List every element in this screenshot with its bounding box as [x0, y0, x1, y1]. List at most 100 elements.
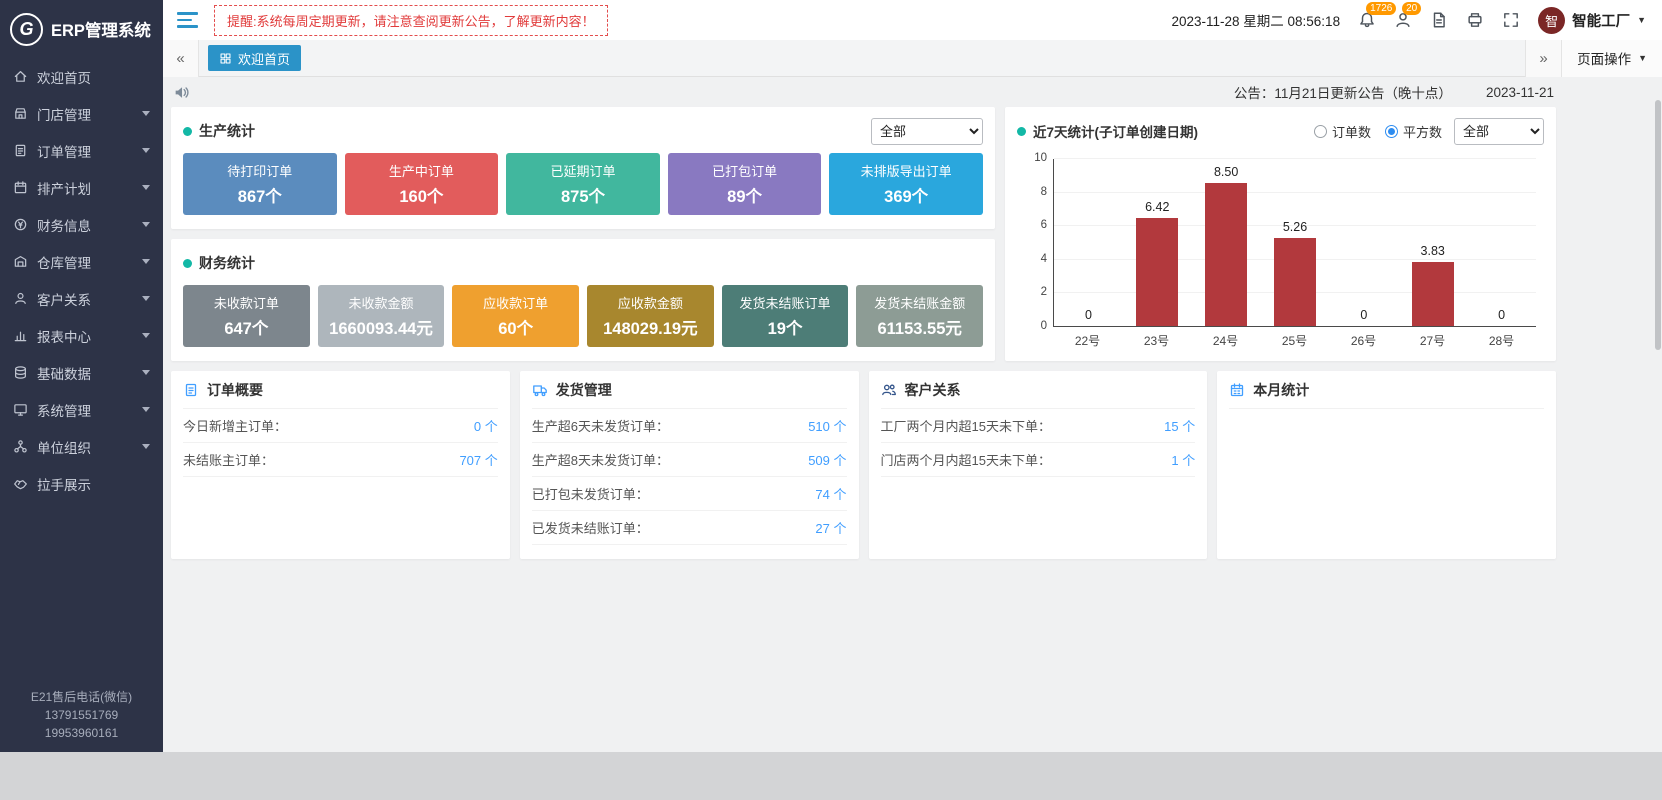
sidebar-item-org[interactable]: 单位组织 — [0, 428, 163, 465]
production-filter-select[interactable]: 全部 — [871, 118, 983, 145]
sidebar-item-calendar[interactable]: 排产计划 — [0, 169, 163, 206]
sidebar-item-label: 单位组织 — [37, 437, 91, 457]
sidebar-item-label: 欢迎首页 — [37, 67, 91, 87]
stat-row-value[interactable]: 74 个 — [815, 484, 846, 503]
stat-card[interactable]: 发货未结账订单19个 — [722, 285, 849, 347]
print-button[interactable] — [1466, 11, 1484, 29]
chart-bars: 06.428.505.2603.830 — [1054, 159, 1536, 326]
week-stats-panel: 近7天统计(子订单创建日期) 订单数平方数 全部 024681006.428.5… — [1005, 107, 1556, 361]
user-name: 智能工厂 — [1572, 10, 1630, 31]
file-icon — [1430, 11, 1448, 29]
stat-row: 生产超8天未发货订单：509 个 — [532, 443, 847, 477]
scroll-tabs-left-button[interactable]: « — [163, 40, 199, 77]
stat-row: 生产超6天未发货订单： 510 个 — [532, 409, 847, 443]
printer-icon — [1466, 11, 1484, 29]
scrollbar-thumb[interactable] — [1655, 100, 1661, 350]
stat-row-label: 生产超6天未发货订单： — [532, 416, 669, 435]
menu-toggle-icon[interactable] — [177, 12, 198, 28]
user-menu[interactable]: 智 智能工厂 ▼ — [1538, 7, 1646, 34]
teal-dot-icon — [183, 127, 192, 136]
summary-panel-order-summary: 订单概要今日新增主订单：0 个未结账主订单：707 个 — [171, 371, 510, 559]
stat-card-label: 已延期订单 — [550, 161, 615, 180]
stat-row-value[interactable]: 15 个 — [1164, 416, 1195, 435]
production-stats-panel: 生产统计 全部 待打印订单867个生产中订单160个已延期订单875个已打包订单… — [171, 107, 995, 229]
radio-circle-icon — [1385, 125, 1398, 138]
left-column: 生产统计 全部 待打印订单867个生产中订单160个已延期订单875个已打包订单… — [171, 107, 995, 361]
sidebar-item-handshake[interactable]: 拉手展示 — [0, 465, 163, 502]
stat-card[interactable]: 应收款金额148029.19元 — [587, 285, 714, 347]
stat-card[interactable]: 生产中订单160个 — [345, 153, 499, 215]
summary-panel-month-stats: 本月统计 — [1217, 371, 1556, 559]
sidebar-item-home[interactable]: 欢迎首页 — [0, 58, 163, 95]
stat-card-label: 待打印订单 — [227, 161, 292, 180]
stat-card-value: 89个 — [727, 183, 762, 207]
stat-card[interactable]: 应收款订单60个 — [452, 285, 579, 347]
sidebar-item-order[interactable]: 订单管理 — [0, 132, 163, 169]
stat-row-value[interactable]: 509 个 — [808, 450, 846, 469]
stat-card[interactable]: 未收款订单647个 — [183, 285, 310, 347]
radio-label: 订单数 — [1332, 122, 1371, 141]
chart-filter-select[interactable]: 全部 — [1454, 118, 1544, 145]
stat-row: 未结账主订单：707 个 — [183, 443, 498, 477]
order-icon — [13, 143, 28, 158]
sidebar-item-customer[interactable]: 客户关系 — [0, 280, 163, 317]
documents-button[interactable] — [1430, 11, 1448, 29]
chart-bar-value: 0 — [1360, 308, 1367, 322]
stat-card-label: 发货未结账订单 — [740, 293, 831, 312]
x-axis-label: 25号 — [1260, 332, 1329, 349]
stat-card[interactable]: 已延期订单875个 — [506, 153, 660, 215]
scroll-tabs-right-button[interactable]: » — [1525, 40, 1561, 77]
page-operations-button[interactable]: 页面操作 ▼ — [1561, 40, 1662, 77]
tab-bar: « 欢迎首页 » 页面操作 ▼ — [163, 40, 1662, 77]
chart-slot: 0 — [1467, 159, 1536, 326]
stat-card[interactable]: 未排版导出订单369个 — [829, 153, 983, 215]
scrollbar[interactable] — [1654, 78, 1662, 752]
announcement-bar: 公告：11月21日更新公告（晚十点） 2023-11-21 — [171, 77, 1556, 107]
stat-card-label: 生产中订单 — [389, 161, 454, 180]
sidebar-item-finance[interactable]: 财务信息 — [0, 206, 163, 243]
sidebar-item-store[interactable]: 门店管理 — [0, 95, 163, 132]
tab-welcome-home[interactable]: 欢迎首页 — [208, 45, 301, 71]
sidebar-item-label: 仓库管理 — [37, 252, 91, 272]
chart-slot: 5.26 — [1261, 159, 1330, 326]
stat-row-value[interactable]: 27 个 — [815, 518, 846, 537]
stat-card[interactable]: 未收款金额1660093.44元 — [318, 285, 445, 347]
sidebar-item-data[interactable]: 基础数据 — [0, 354, 163, 391]
stat-card[interactable]: 已打包订单 89个 — [668, 153, 822, 215]
sidebar-item-system[interactable]: 系统管理 — [0, 391, 163, 428]
month-stats-icon — [1229, 382, 1245, 398]
y-axis-label: 4 — [1041, 253, 1047, 265]
customer-icon — [13, 291, 28, 306]
fullscreen-button[interactable] — [1502, 11, 1520, 29]
radio-order-count[interactable]: 订单数 — [1314, 122, 1371, 141]
chevron-down-icon — [142, 333, 150, 338]
chart-bar-value: 6.42 — [1145, 200, 1169, 214]
notifications-button[interactable]: 1726 — [1358, 11, 1376, 29]
stat-row: 今日新增主订单：0 个 — [183, 409, 498, 443]
stat-card-label: 发货未结账金额 — [874, 293, 965, 312]
sidebar-item-warehouse[interactable]: 仓库管理 — [0, 243, 163, 280]
stat-card-label: 未收款金额 — [349, 293, 414, 312]
chevron-down-icon — [142, 111, 150, 116]
y-axis-label: 10 — [1034, 152, 1047, 164]
grid-icon — [219, 52, 232, 65]
header-tools: 2023-11-28 星期二 08:56:18 1726 20 — [1171, 7, 1646, 34]
stat-row-label: 已打包未发货订单： — [532, 484, 649, 503]
stat-card-label: 已打包订单 — [712, 161, 777, 180]
radio-label: 平方数 — [1403, 122, 1442, 141]
stat-card[interactable]: 待打印订单867个 — [183, 153, 337, 215]
chart-bar — [1205, 183, 1247, 326]
stat-row-value[interactable]: 0 个 — [474, 416, 498, 435]
radio-square-count[interactable]: 平方数 — [1385, 122, 1442, 141]
announcement-text[interactable]: 公告：11月21日更新公告（晚十点） — [1234, 82, 1452, 102]
stat-row-value[interactable]: 1 个 — [1171, 450, 1195, 469]
sidebar-item-report[interactable]: 报表中心 — [0, 317, 163, 354]
support-phone-title: E21售后电话(微信) — [0, 688, 163, 706]
summary-panel-title: 发货管理 — [556, 380, 612, 400]
stat-card[interactable]: 发货未结账金额61153.55元 — [856, 285, 983, 347]
stat-row-value[interactable]: 510 个 — [808, 416, 846, 435]
chart-slot: 6.42 — [1123, 159, 1192, 326]
stat-row-value[interactable]: 707 个 — [459, 450, 497, 469]
user-messages-button[interactable]: 20 — [1394, 11, 1412, 29]
finance-icon — [13, 217, 28, 232]
